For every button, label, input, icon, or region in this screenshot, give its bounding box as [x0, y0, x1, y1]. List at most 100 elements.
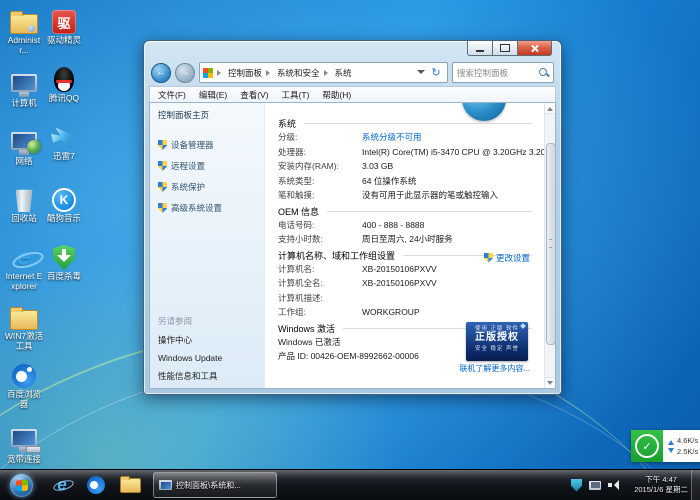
taskbar-baidu-browser-button[interactable]	[79, 472, 113, 498]
badge-main-text: 正版授权	[466, 332, 528, 344]
sidebar-item-label: 远程设置	[171, 160, 205, 172]
desktop-icon-label: WIN7激活工具	[4, 332, 44, 351]
sidebar-item-device-manager[interactable]: 设备管理器	[158, 139, 264, 151]
rating-link[interactable]: 系统分级不可用	[362, 131, 422, 143]
info-row: 安装内存(RAM):3.03 GB	[278, 159, 532, 174]
menu-view[interactable]: 查看(V)	[240, 89, 268, 101]
refresh-button[interactable]: ↻	[428, 65, 444, 80]
taskbar-active-window-button[interactable]: 控制面板\系统和...	[153, 472, 277, 498]
info-label: 处理器:	[278, 146, 362, 158]
back-button[interactable]: ←	[151, 63, 171, 83]
caption-buttons	[467, 41, 552, 56]
address-dropdown-icon[interactable]	[417, 70, 425, 78]
network-icon	[11, 132, 37, 150]
sidebar-item-system-protection[interactable]: 系统保护	[158, 181, 264, 193]
breadcrumb-system-security[interactable]: 系统和安全	[274, 67, 323, 79]
person-icon	[28, 25, 35, 32]
info-value: XB-20150106PXVV	[362, 264, 437, 274]
forward-button[interactable]: →	[175, 63, 195, 83]
security-ok-icon[interactable]: ✓	[631, 430, 663, 462]
address-breadcrumb[interactable]: 控制面板 系统和安全 系统 ↻	[199, 62, 448, 83]
close-button[interactable]	[518, 41, 552, 56]
search-icon[interactable]	[539, 68, 549, 78]
sidebar-item-remote-settings[interactable]: 远程设置	[158, 160, 264, 172]
menu-help[interactable]: 帮助(H)	[322, 89, 351, 101]
desktop-icon-label: 计算机	[4, 99, 44, 109]
desktop-icon-qq[interactable]: 腾讯QQ	[44, 62, 84, 104]
desktop-icon-computer[interactable]: 计算机	[4, 62, 44, 109]
desktop-icon-label: 百度浏览器	[4, 390, 44, 409]
sidebar-item-performance-tools[interactable]: 性能信息和工具	[158, 370, 222, 382]
desktop-icon-label: 迅雷7	[44, 152, 84, 162]
scroll-up-button[interactable]	[545, 103, 555, 114]
thunder-bird-icon	[51, 127, 78, 150]
desktop-icon-kugou[interactable]: K 酷狗音乐	[44, 182, 84, 224]
change-settings[interactable]: 更改设置	[484, 252, 530, 264]
desktop-icon-label: 酷狗音乐	[44, 214, 84, 224]
product-id: 产品 ID: 00426-OEM-8992662-00006	[278, 350, 419, 362]
folder-icon	[120, 478, 141, 493]
desktop-icon-label: 网络	[4, 157, 44, 167]
baidu-browser-icon	[87, 476, 105, 494]
desktop-icon-baidu-browser[interactable]: 百度浏览器	[4, 358, 44, 409]
change-settings-link[interactable]: 更改设置	[496, 252, 530, 264]
genuine-windows-badge[interactable]: 使用 正版 软件 正版授权 安全 稳定 声誉	[466, 322, 528, 361]
scrollbar[interactable]	[544, 103, 555, 388]
windows-flag-icon	[16, 479, 28, 491]
minimize-button[interactable]	[467, 41, 493, 56]
desktop-icon-label: 腾讯QQ	[44, 94, 84, 104]
desktop-icon-baidu-antivirus[interactable]: 百度杀毒	[44, 240, 84, 282]
show-desktop-button[interactable]	[691, 470, 700, 500]
info-row: 计算机名:XB-20150106PXVV	[278, 262, 532, 277]
sidebar-item-label: 设备管理器	[171, 139, 214, 151]
sidebar-item-advanced-settings[interactable]: 高级系统设置	[158, 202, 264, 214]
info-row: 计算机描述:	[278, 291, 532, 306]
maximize-icon	[500, 44, 510, 52]
learn-more-link[interactable]: 联机了解更多内容...	[459, 363, 530, 374]
taskbar-explorer-button[interactable]	[113, 472, 147, 498]
sidebar-item-windows-update[interactable]: Windows Update	[158, 353, 222, 363]
sidebar-item-control-panel-home[interactable]: 控制面板主页	[158, 109, 264, 121]
tray-network-icon[interactable]	[589, 481, 601, 490]
navigation-bar: ← → 控制面板 系统和安全 系统 ↻ 搜索控制面板	[149, 60, 556, 85]
scroll-down-button[interactable]	[545, 377, 555, 388]
desktop-icon-broadband[interactable]: 宽带连接	[4, 417, 44, 465]
taskbar-clock[interactable]: 下午 4:47 2015/1/6 星期二	[634, 470, 688, 500]
info-label: 计算机描述:	[278, 292, 362, 304]
desktop: Administr... 驱 驱动精灵 计算机 腾讯QQ 网络 迅雷7 回收站 …	[0, 0, 700, 500]
desktop-icon-qudongjingling[interactable]: 驱 驱动精灵	[44, 4, 84, 46]
tray-shield-icon[interactable]	[571, 479, 582, 492]
desktop-icon-label: Administr...	[4, 36, 44, 55]
menu-tools[interactable]: 工具(T)	[282, 89, 310, 101]
system-window-icon	[159, 480, 172, 490]
sidebar: 控制面板主页 设备管理器 远程设置 系统保护 高级系统设置 另请参阅 操作中心 …	[150, 103, 265, 388]
menu-file[interactable]: 文件(F)	[158, 89, 186, 101]
desktop-icon-network[interactable]: 网络	[4, 120, 44, 167]
tray-volume-icon[interactable]	[608, 480, 620, 491]
user-folder-icon	[10, 14, 38, 34]
desktop-icon-recycle-bin[interactable]: 回收站	[4, 182, 44, 224]
maximize-button[interactable]	[493, 41, 518, 56]
main-content: 系统 分级:系统分级不可用 处理器:Intel(R) Core(TM) i5-3…	[265, 103, 544, 388]
desktop-icon-internet-explorer[interactable]: e Internet Explorer	[4, 240, 44, 291]
desktop-icon-xunlei[interactable]: 迅雷7	[44, 120, 84, 162]
taskbar-ie-button[interactable]: e	[45, 472, 79, 498]
desktop-icon-win7-activator[interactable]: WIN7激活工具	[4, 300, 44, 351]
sidebar-item-label: 高级系统设置	[171, 202, 222, 214]
breadcrumb-system[interactable]: 系统	[332, 67, 355, 79]
see-also-header: 另请参阅	[158, 315, 222, 327]
close-icon	[530, 44, 539, 53]
breadcrumb-control-panel[interactable]: 控制面板	[225, 67, 265, 79]
info-label: 分级:	[278, 131, 362, 143]
info-value: WORKGROUP	[362, 307, 420, 317]
start-button[interactable]	[10, 474, 33, 497]
sidebar-item-action-center[interactable]: 操作中心	[158, 334, 222, 346]
net-speed-widget[interactable]: ✓ 4.6K/s 2.5K/s	[631, 430, 700, 462]
desktop-icon-administrator[interactable]: Administr...	[4, 4, 44, 55]
search-input[interactable]: 搜索控制面板	[452, 62, 554, 83]
menu-edit[interactable]: 编辑(E)	[199, 89, 227, 101]
info-label: 计算机名:	[278, 263, 362, 275]
info-label: 计算机全名:	[278, 277, 362, 289]
scrollbar-thumb[interactable]	[546, 143, 556, 345]
see-also-group: 另请参阅 操作中心 Windows Update 性能信息和工具	[158, 315, 222, 389]
